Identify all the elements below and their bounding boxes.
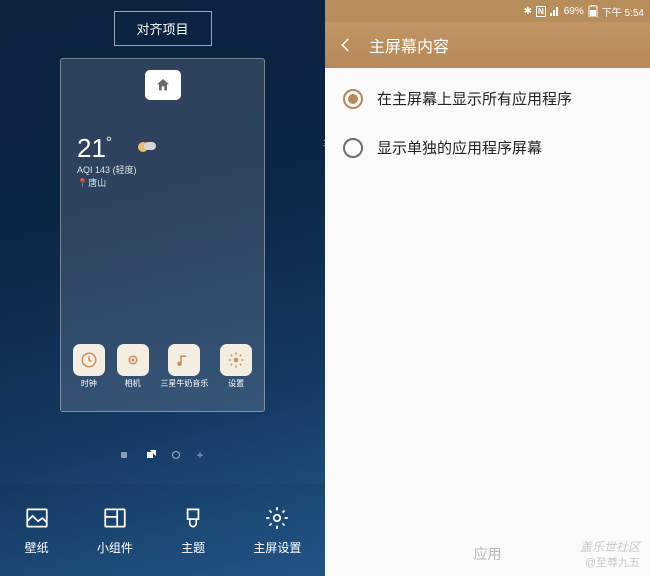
home-content-settings-screen: ✱ N 69% 下午 5:54 主屏幕内容 在主屏幕上显示所有应用程序 显示单独… (325, 0, 650, 576)
back-icon[interactable] (337, 36, 355, 54)
widgets-button[interactable]: 小组件 (97, 505, 133, 556)
location-pin-icon: 📍 (77, 178, 88, 188)
home-page-dot-icon (143, 450, 156, 461)
app-label: 设置 (228, 378, 244, 389)
clock-icon (80, 351, 98, 369)
home-settings-button[interactable]: 主屏设置 (253, 505, 301, 556)
camera-icon (124, 351, 142, 369)
signal-icon (550, 6, 560, 16)
music-icon (175, 351, 193, 369)
toolbar-label: 主题 (181, 539, 205, 556)
preview-dock: 时钟 相机 三星牛奶音乐 设置 (61, 344, 264, 389)
align-items-button[interactable]: 对齐项目 (113, 11, 211, 46)
home-icon (155, 77, 171, 93)
apply-button[interactable]: 应用 (325, 544, 650, 564)
weather-condition-icon (135, 139, 151, 155)
wallpaper-icon (24, 505, 50, 531)
gear-icon (264, 505, 290, 531)
page-title: 主屏幕内容 (369, 33, 449, 57)
page-indicator[interactable]: + (0, 448, 325, 462)
themes-button[interactable]: 主题 (180, 505, 206, 556)
toolbar-label: 小组件 (97, 539, 133, 556)
nfc-icon: N (536, 6, 546, 17)
option-label: 显示单独的应用程序屏幕 (377, 137, 542, 158)
radio-icon (343, 89, 363, 109)
title-bar: 主屏幕内容 (325, 22, 650, 68)
toolbar-label: 主屏设置 (253, 539, 301, 556)
brush-icon (180, 505, 206, 531)
app-music[interactable]: 三星牛奶音乐 (160, 344, 208, 389)
battery-icon (588, 5, 598, 17)
bluetooth-icon: ✱ (524, 6, 532, 17)
options-list: 在主屏幕上显示所有应用程序 显示单独的应用程序屏幕 (325, 68, 650, 178)
weather-widget[interactable]: 21° AQI 143 (轻度) 📍唐山 (77, 135, 137, 189)
weather-degree: ° (106, 134, 112, 151)
option-label: 在主屏幕上显示所有应用程序 (377, 88, 572, 109)
radio-icon (343, 138, 363, 158)
editor-toolbar: 壁纸 小组件 主题 主屏设置 (0, 484, 325, 576)
home-page-preview[interactable]: 21° AQI 143 (轻度) 📍唐山 时钟 相机 三星牛奶音乐 设置 (60, 58, 265, 412)
app-camera[interactable]: 相机 (117, 344, 149, 389)
home-editor-screen: 对齐项目 21° AQI 143 (轻度) 📍唐山 时钟 相机 三星牛奶音乐 (0, 0, 325, 576)
app-clock[interactable]: 时钟 (73, 344, 105, 389)
add-page-icon[interactable]: + (196, 448, 203, 462)
app-label: 时钟 (81, 378, 97, 389)
page-dot (172, 451, 180, 459)
page-dot (121, 452, 127, 458)
option-all-apps-on-home[interactable]: 在主屏幕上显示所有应用程序 (325, 74, 650, 123)
weather-aqi: AQI 143 (轻度) (77, 163, 137, 176)
app-label: 相机 (125, 378, 141, 389)
toolbar-label: 壁纸 (25, 539, 49, 556)
app-label: 三星牛奶音乐 (160, 378, 208, 389)
gear-icon (227, 351, 245, 369)
status-time: 下午 5:54 (602, 4, 644, 19)
battery-percent: 69% (564, 6, 584, 17)
weather-temp: 21 (77, 133, 106, 163)
option-separate-apps-screen[interactable]: 显示单独的应用程序屏幕 (325, 123, 650, 172)
widgets-icon (102, 505, 128, 531)
weather-location: 唐山 (88, 178, 106, 188)
wallpaper-button[interactable]: 壁纸 (24, 505, 50, 556)
app-settings[interactable]: 设置 (220, 344, 252, 389)
status-bar: ✱ N 69% 下午 5:54 (325, 0, 650, 22)
home-indicator-chip (145, 70, 181, 100)
